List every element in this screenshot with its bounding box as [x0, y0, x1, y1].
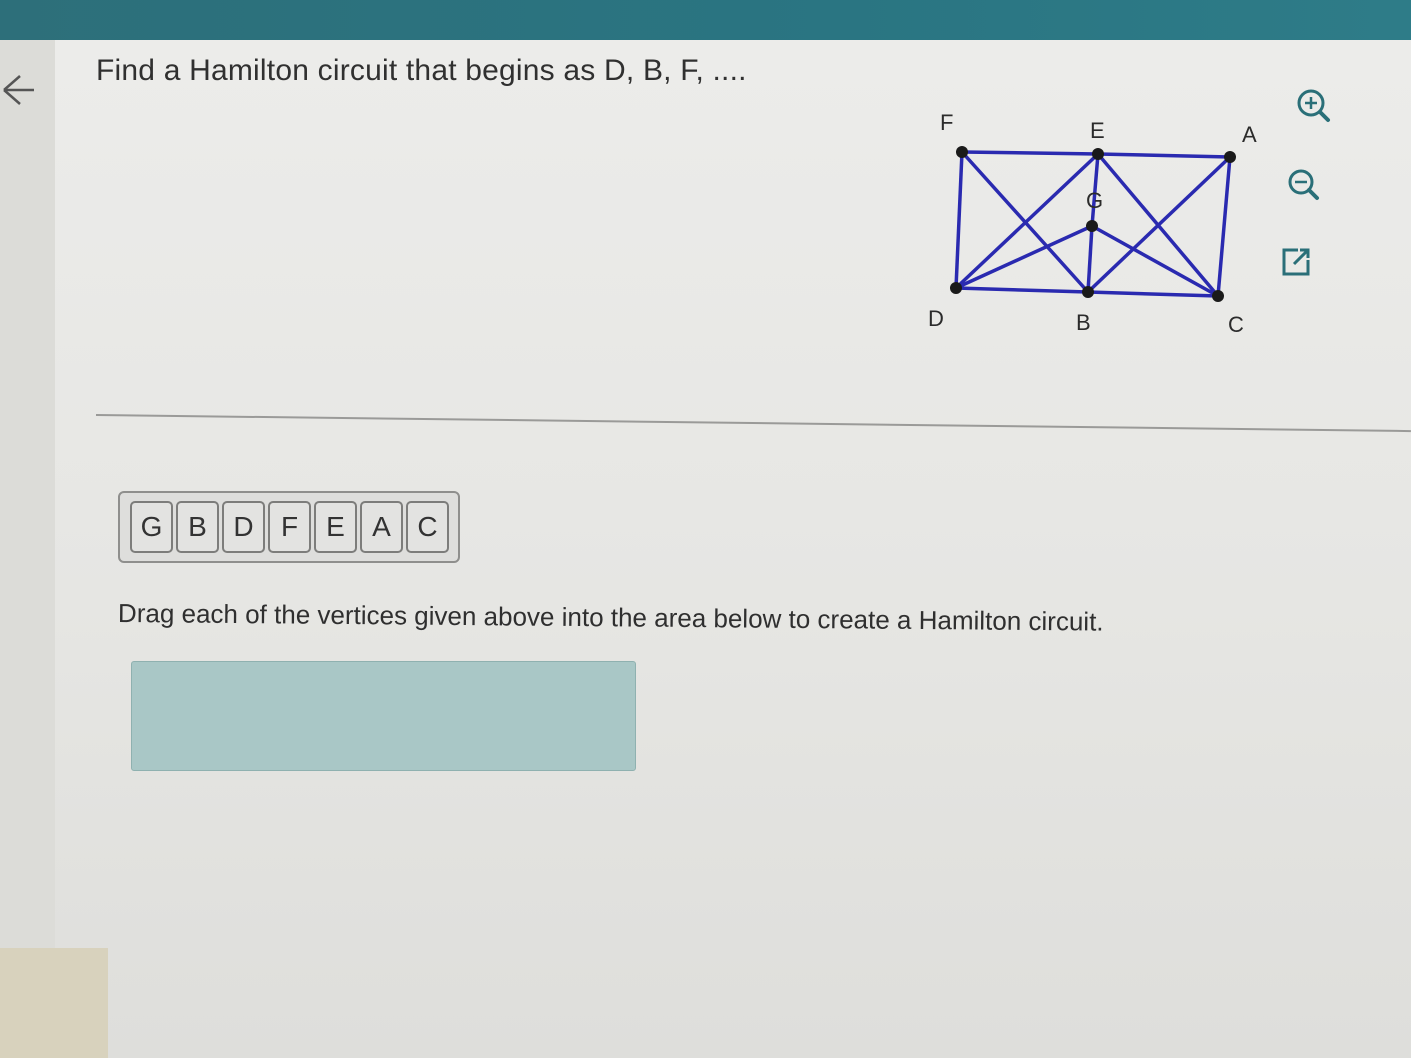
- left-panel-bottom: [0, 948, 108, 1058]
- zoom-in-icon[interactable]: [1294, 86, 1334, 126]
- zoom-out-icon[interactable]: [1284, 165, 1324, 205]
- vertex-b: [1082, 286, 1094, 298]
- edge-g-b: [1086, 225, 1094, 293]
- vertex-tile-a[interactable]: A: [360, 501, 403, 553]
- vertex-g: [1086, 220, 1098, 232]
- edge-g-c: [1091, 224, 1219, 298]
- vertex-tile-d[interactable]: D: [222, 501, 265, 553]
- top-bar: [0, 0, 1411, 40]
- vertex-tile-f[interactable]: F: [268, 501, 311, 553]
- vertex-label-b: B: [1076, 310, 1091, 335]
- graph-svg: F E A G D B C: [928, 110, 1257, 337]
- answer-drop-area[interactable]: [131, 661, 636, 771]
- vertex-a: [1224, 151, 1236, 163]
- vertex-d: [950, 282, 962, 294]
- edge-a-b: [1086, 155, 1232, 294]
- left-panel: [0, 40, 55, 1058]
- vertex-tile-b[interactable]: B: [176, 501, 219, 553]
- vertex-tile-g[interactable]: G: [130, 501, 173, 553]
- edge-d-b: [955, 286, 1089, 294]
- vertex-label-d: D: [928, 306, 944, 331]
- external-link-icon[interactable]: [1276, 242, 1316, 282]
- edge-b-c: [1087, 290, 1219, 298]
- vertex-label-f: F: [940, 110, 953, 135]
- vertex-c: [1212, 290, 1224, 302]
- edge-d-e: [954, 152, 1100, 290]
- edge-f-e: [961, 150, 1099, 156]
- vertex-e: [1092, 148, 1104, 160]
- back-arrow-icon[interactable]: [0, 62, 40, 118]
- vertex-tile-e[interactable]: E: [314, 501, 357, 553]
- edge-e-a: [1097, 152, 1231, 159]
- vertex-label-a: A: [1242, 122, 1257, 147]
- question-text: Find a Hamilton circuit that begins as D…: [96, 54, 747, 87]
- graph-figure: F E A G D B C: [900, 100, 1260, 350]
- edge-g-d: [955, 224, 1093, 290]
- vertex-tile-c[interactable]: C: [406, 501, 449, 553]
- vertex-label-g: G: [1086, 188, 1103, 213]
- vertex-label-c: C: [1228, 312, 1244, 337]
- vertex-tile-tray: GBDFEAC: [118, 491, 460, 563]
- edge-a-c: [1216, 156, 1232, 297]
- vertex-f: [956, 146, 968, 158]
- edge-f-d: [954, 151, 964, 289]
- vertex-label-e: E: [1090, 118, 1105, 143]
